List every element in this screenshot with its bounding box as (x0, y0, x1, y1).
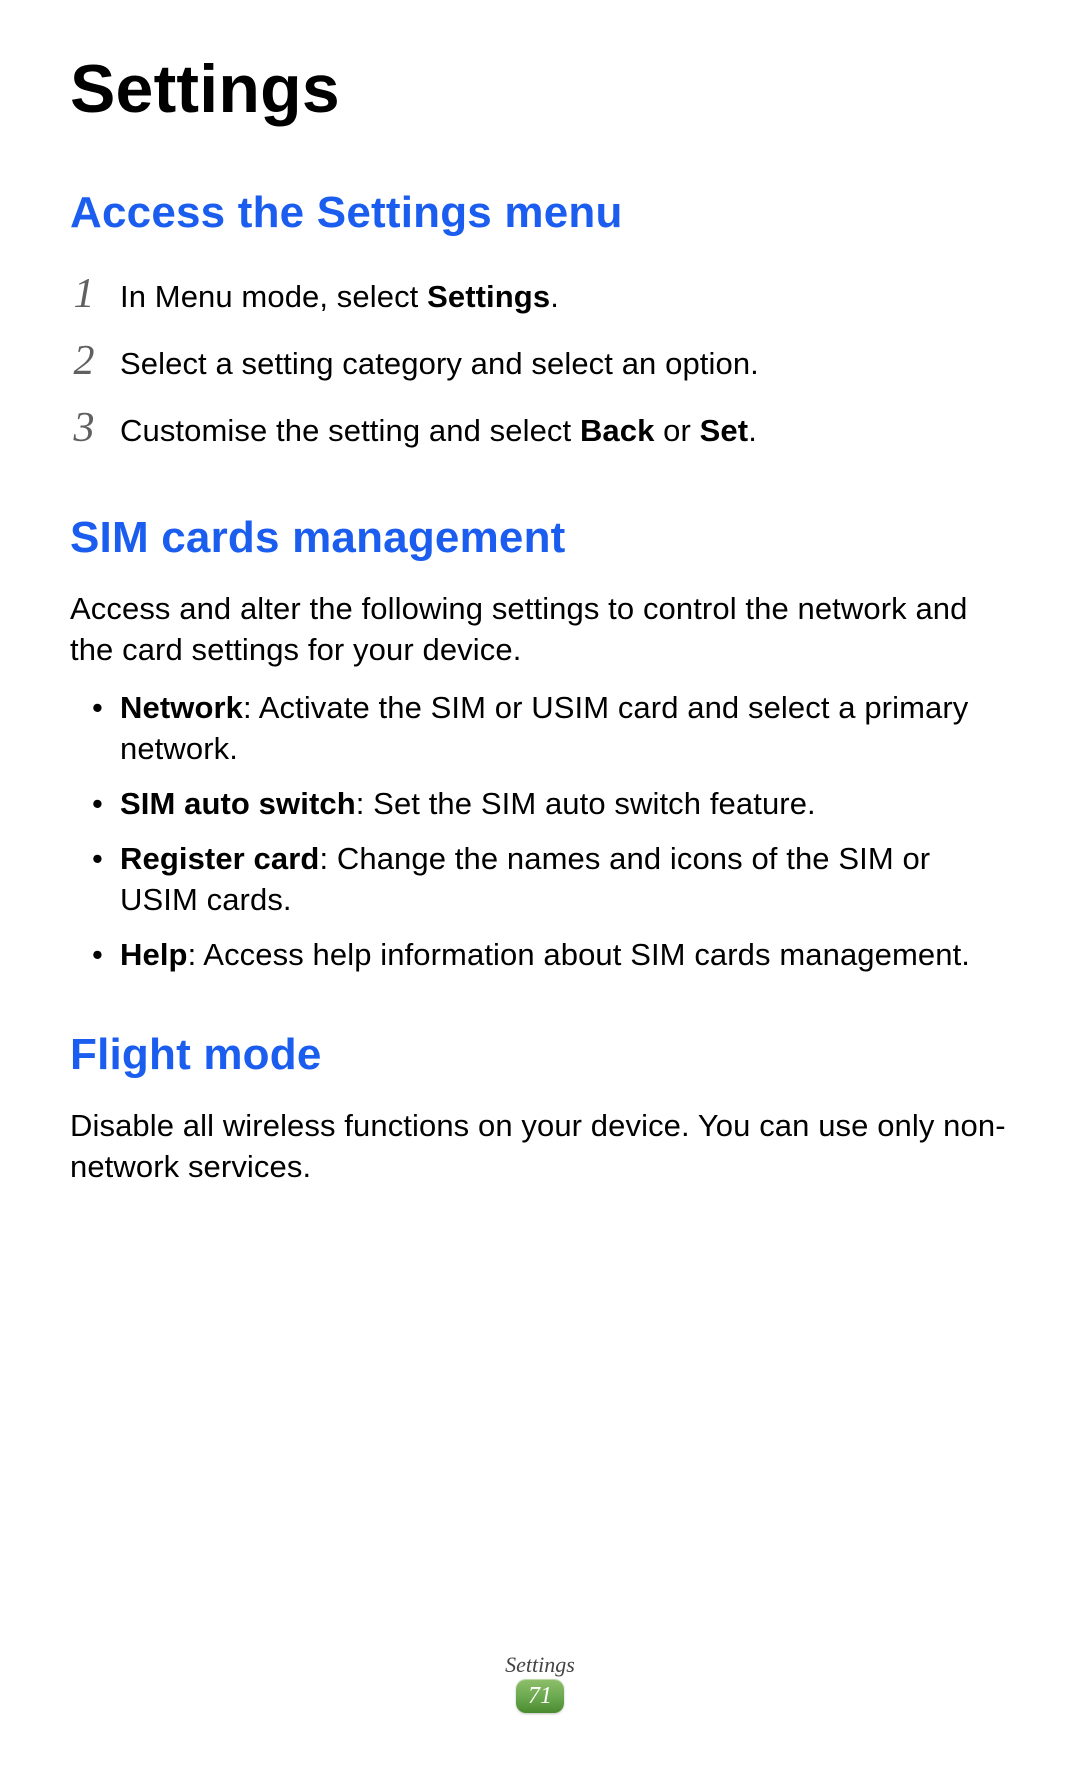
section-flight-mode: Flight mode Disable all wireless functio… (70, 1030, 1010, 1188)
step-number: 2 (70, 331, 98, 392)
step-1: 1 In Menu mode, select Settings. (70, 264, 1010, 325)
bullet-network: Network: Activate the SIM or USIM card a… (92, 688, 1010, 770)
section-access-settings: Access the Settings menu 1 In Menu mode,… (70, 188, 1010, 459)
steps-list: 1 In Menu mode, select Settings. 2 Selec… (70, 264, 1010, 459)
page-title: Settings (70, 50, 1010, 128)
bullet-sim-auto-switch: SIM auto switch: Set the SIM auto switch… (92, 784, 1010, 825)
page-footer: Settings 71 (0, 1652, 1080, 1713)
manual-page: Settings Access the Settings menu 1 In M… (0, 0, 1080, 1771)
step-text: Select a setting category and select an … (120, 342, 1010, 387)
heading-access-settings: Access the Settings menu (70, 188, 1010, 238)
bullet-help: Help: Access help information about SIM … (92, 935, 1010, 976)
footer-section-label: Settings (0, 1652, 1080, 1678)
bullet-register-card: Register card: Change the names and icon… (92, 839, 1010, 921)
step-number: 3 (70, 398, 98, 459)
step-text: Customise the setting and select Back or… (120, 409, 1010, 454)
step-text: In Menu mode, select Settings. (120, 275, 1010, 320)
sim-intro-text: Access and alter the following settings … (70, 589, 1010, 671)
flight-mode-text: Disable all wireless functions on your d… (70, 1106, 1010, 1188)
step-3: 3 Customise the setting and select Back … (70, 398, 1010, 459)
step-number: 1 (70, 264, 98, 325)
page-number-badge: 71 (516, 1679, 564, 1713)
step-2: 2 Select a setting category and select a… (70, 331, 1010, 392)
heading-sim-management: SIM cards management (70, 513, 1010, 563)
section-sim-management: SIM cards management Access and alter th… (70, 513, 1010, 976)
sim-bullet-list: Network: Activate the SIM or USIM card a… (70, 688, 1010, 975)
heading-flight-mode: Flight mode (70, 1030, 1010, 1080)
